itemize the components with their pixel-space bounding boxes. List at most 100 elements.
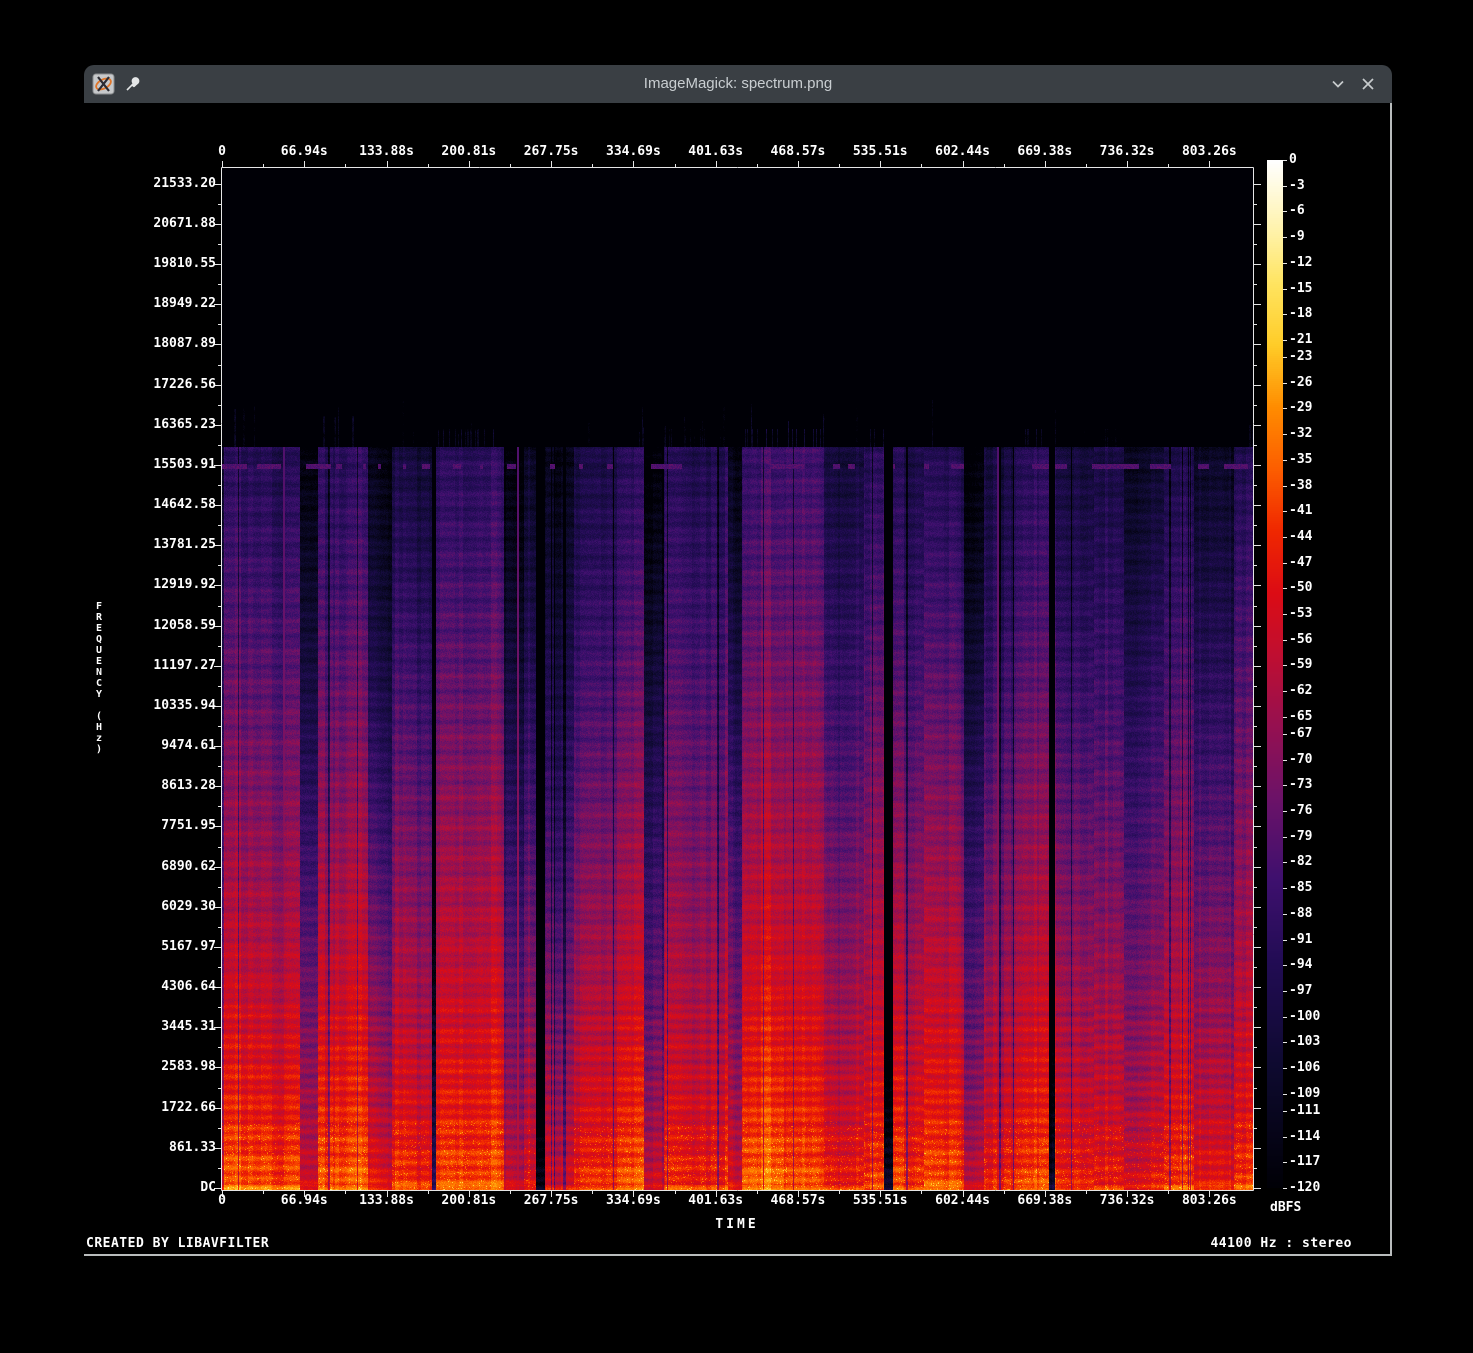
freq-axis-title-char: Y [92,689,106,700]
time-tick-label: 267.75s [524,144,579,159]
freq-axis-title-char: E [92,656,106,667]
colorbar-tick-label: -73 [1289,777,1312,792]
freq-tick-label: DC [86,1180,216,1195]
freq-tick-label: 6890.62 [86,859,216,874]
colorbar-tick-label: -47 [1289,555,1312,570]
spectrogram-canvas [222,168,1253,1190]
close-window-icon[interactable] [1360,76,1376,92]
colorbar-tick-label: -29 [1289,400,1312,415]
colorbar-tick-label: -41 [1289,503,1312,518]
time-tick-label: 133.88s [359,144,414,159]
time-tick-label: 468.57s [771,1193,826,1208]
colorbar [1267,160,1283,1188]
colorbar-tick-label: -18 [1289,306,1312,321]
colorbar-tick-label: -59 [1289,657,1312,672]
time-tick-label: 669.38s [1017,144,1072,159]
colorbar-tick-label: -67 [1289,726,1312,741]
time-tick-label: 535.51s [853,144,908,159]
freq-tick-label: 1722.66 [86,1100,216,1115]
freq-axis-title-char: R [92,612,106,623]
freq-axis-title-char: z [92,733,106,744]
time-axis-title: TIME [715,1217,758,1232]
freq-axis-title-char: C [92,678,106,689]
colorbar-tick-label: -38 [1289,478,1312,493]
freq-tick-label: 8613.28 [86,778,216,793]
colorbar-tick-label: -97 [1289,983,1312,998]
colorbar-tick-label: -56 [1289,632,1312,647]
time-tick-label: 401.63s [688,144,743,159]
time-tick-label: 334.69s [606,1193,661,1208]
colorbar-tick-label: -91 [1289,932,1312,947]
freq-tick-label: 12919.92 [86,577,216,592]
freq-axis-title-char: ) [92,744,106,755]
freq-tick-label: 5167.97 [86,939,216,954]
time-tick-label: 669.38s [1017,1193,1072,1208]
colorbar-tick-label: -50 [1289,580,1312,595]
freq-tick-label: 7751.95 [86,818,216,833]
freq-tick-label: 20671.88 [86,216,216,231]
time-tick-label: 535.51s [853,1193,908,1208]
time-tick-label: 66.94s [281,144,328,159]
colorbar-tick-label: -109 [1289,1086,1320,1101]
colorbar-tick-label: -6 [1289,203,1305,218]
colorbar-tick-label: -114 [1289,1129,1320,1144]
colorbar-tick-label: -32 [1289,426,1312,441]
colorbar-unit-label: dBFS [1270,1200,1301,1215]
colorbar-tick-label: -76 [1289,803,1312,818]
freq-tick-label: 3445.31 [86,1019,216,1034]
freq-tick-label: 17226.56 [86,377,216,392]
colorbar-tick-label: -21 [1289,332,1312,347]
colorbar-tick-label: -111 [1289,1103,1320,1118]
time-tick-label: 133.88s [359,1193,414,1208]
freq-tick-label: 2583.98 [86,1059,216,1074]
freq-tick-label: 18949.22 [86,296,216,311]
frequency-axis-title: FREQUENCY (Hz) [92,601,106,755]
freq-axis-title-char: N [92,667,106,678]
colorbar-tick-label: -12 [1289,255,1312,270]
imagemagick-window: ImageMagick: spectrum.png 0 66.94s 133.88s… [84,65,1392,1256]
time-tick-label: 200.81s [441,1193,496,1208]
freq-axis-title-char: E [92,623,106,634]
colorbar-tick-label: -88 [1289,906,1312,921]
colorbar-tick-label: -65 [1289,709,1312,724]
time-tick-label: 803.26s [1182,1193,1237,1208]
colorbar-tick-label: -9 [1289,229,1305,244]
image-viewport[interactable]: 0 66.94s 133.88s 200.81s 267.75s 334.69s 401.6… [84,103,1392,1256]
footer-samplerate-channels: 44100 Hz : stereo [1210,1236,1352,1251]
screen: ImageMagick: spectrum.png 0 66.94s 133.88s… [0,0,1473,1353]
colorbar-tick-label: -100 [1289,1009,1320,1024]
colorbar-tick-label: -44 [1289,529,1312,544]
time-tick-label: 602.44s [935,1193,990,1208]
colorbar-tick-label: -62 [1289,683,1312,698]
colorbar-tick-label: -103 [1289,1034,1320,1049]
freq-tick-label: 6029.30 [86,899,216,914]
freq-axis-title-char: F [92,601,106,612]
colorbar-tick-label: -120 [1289,1180,1320,1195]
freq-axis-title-char: U [92,645,106,656]
colorbar-tick-label: -85 [1289,880,1312,895]
colorbar-tick-label: -94 [1289,957,1312,972]
colorbar-tick-label: -3 [1289,178,1305,193]
window-titlebar[interactable]: ImageMagick: spectrum.png [84,65,1392,103]
freq-tick-label: 4306.64 [86,979,216,994]
time-tick-label: 0 [218,1193,226,1208]
freq-tick-label: 14642.58 [86,497,216,512]
colorbar-tick-label: -15 [1289,281,1312,296]
time-tick-label: 267.75s [524,1193,579,1208]
shade-window-icon[interactable] [1330,76,1346,92]
colorbar-tick-label: -26 [1289,375,1312,390]
colorbar-tick-label: -23 [1289,349,1312,364]
freq-axis-title-char: ( [92,711,106,722]
time-tick-label: 66.94s [281,1193,328,1208]
colorbar-tick-label: -53 [1289,606,1312,621]
colorbar-tick-label: -35 [1289,452,1312,467]
colorbar-tick-label: -82 [1289,854,1312,869]
colorbar-tick-label: 0 [1289,152,1297,167]
time-tick-label: 736.32s [1100,144,1155,159]
footer-created-by: CREATED BY LIBAVFILTER [86,1236,269,1251]
window-title: ImageMagick: spectrum.png [84,65,1392,103]
freq-tick-label: 16365.23 [86,417,216,432]
freq-tick-label: 861.33 [86,1140,216,1155]
colorbar-tick-label: -70 [1289,752,1312,767]
freq-tick-label: 21533.20 [86,176,216,191]
